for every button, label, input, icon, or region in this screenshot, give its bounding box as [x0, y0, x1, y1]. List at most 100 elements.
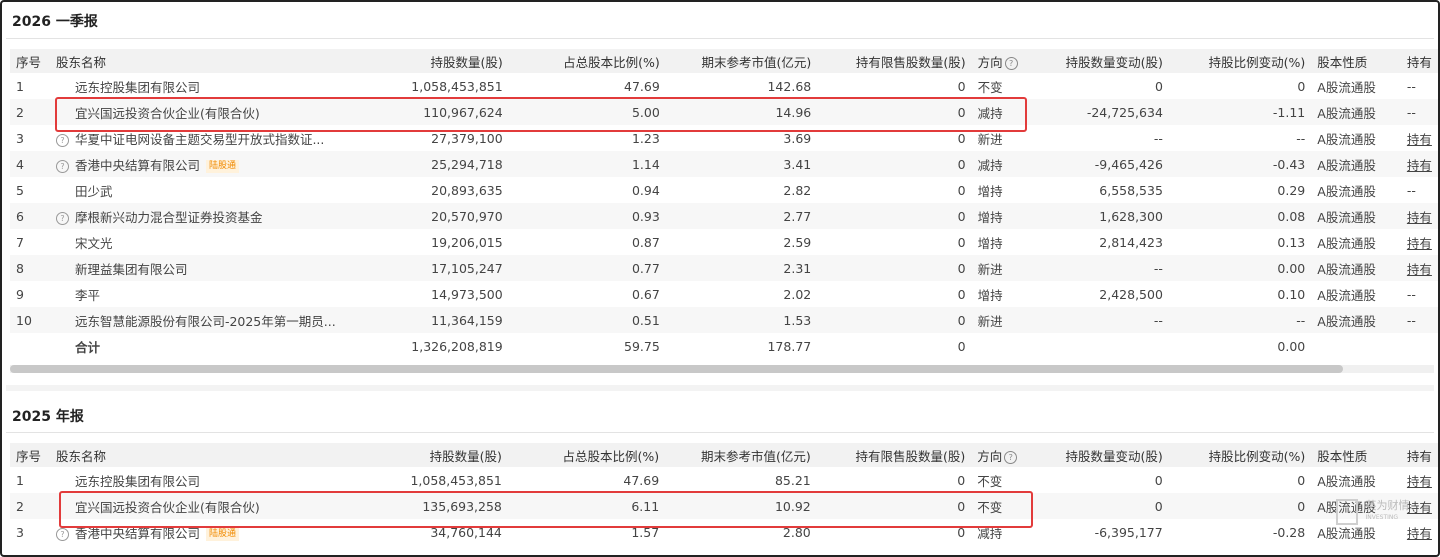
column-header[interactable]: 持股数量变动(股) — [1040, 443, 1169, 467]
percentage-change: 0 — [1168, 493, 1312, 519]
shareholder-name[interactable]: 新理益集团有限公司 — [75, 262, 188, 277]
column-header[interactable]: 持股比例变动(%) — [1168, 49, 1312, 73]
shareholder-name[interactable]: 华夏中证电网设备主题交易型开放式指数证... — [75, 132, 324, 147]
info-icon[interactable]: ? — [55, 159, 69, 173]
table-row[interactable]: 1 远东控股集团有限公司 1,058,453,851 47.69 85.21 0 不变 0 0 A… — [10, 467, 1438, 493]
holding-detail-link[interactable]: 持有 — [1401, 229, 1438, 255]
table-row[interactable]: 5 田少武 20,893,635 0.94 2.82 0 增持 6,558,535 0.29 A股… — [10, 177, 1438, 203]
shareholder-name-cell[interactable]: 李平 — [50, 281, 374, 307]
shareholder-name[interactable]: 摩根新兴动力混合型证券投资基金 — [75, 210, 263, 225]
column-header[interactable]: 占总股本比例(%) — [507, 443, 666, 467]
direction-status: 增持 — [977, 183, 1003, 199]
shareholder-name-cell[interactable]: ? 华夏中证电网设备主题交易型开放式指数证... — [50, 125, 374, 151]
column-header[interactable]: 方向? — [971, 49, 1042, 73]
table-row[interactable]: 2 宜兴国远投资合伙企业(有限合伙) 110,967,624 5.00 14.96 0 减持… — [10, 99, 1438, 125]
column-header[interactable]: 股东名称 — [49, 443, 374, 467]
shareholder-name[interactable]: 田少武 — [75, 184, 113, 199]
table-row[interactable]: 2 宜兴国远投资合伙企业(有限合伙) 135,693,258 6.11 10.92 0 不变… — [10, 493, 1438, 519]
shares-change: -6,395,177 — [1094, 524, 1163, 540]
table-row[interactable]: 1 远东控股集团有限公司 1,058,453,851 47.69 142.68 0 不变 0 0… — [10, 73, 1438, 99]
shareholder-name[interactable]: 远东控股集团有限公司 — [75, 474, 200, 489]
shareholder-name-cell[interactable]: 远东控股集团有限公司 — [50, 467, 373, 493]
shareholder-name[interactable]: 远东控股集团有限公司 — [75, 80, 200, 95]
market-value: 2.80 — [782, 524, 811, 540]
shares-held: 20,893,635 — [431, 182, 503, 198]
scrollbar-thumb[interactable] — [10, 365, 1343, 373]
info-icon[interactable]: ? — [55, 133, 69, 147]
column-header[interactable]: 股本性质 — [1311, 443, 1401, 467]
market-value: 142.68 — [767, 78, 812, 94]
help-icon[interactable]: ? — [1004, 56, 1018, 70]
share-percentage: 47.69 — [624, 78, 660, 94]
shareholder-name[interactable]: 远东智慧能源股份有限公司-2025年第一期员... — [75, 314, 336, 329]
shareholder-name[interactable]: 宜兴国远投资合伙企业(有限合伙) — [75, 500, 260, 515]
table-row[interactable]: 10 远东智慧能源股份有限公司-2025年第一期员... 11,364,159 0.5… — [10, 307, 1438, 333]
restricted-shares: 0 — [957, 78, 966, 94]
shareholder-name-cell[interactable]: 宜兴国远投资合伙企业(有限合伙) — [49, 493, 374, 519]
shareholder-name-cell[interactable]: 新理益集团有限公司 — [49, 255, 375, 281]
shareholder-name-cell[interactable]: 远东控股集团有限公司 — [50, 73, 374, 99]
column-header[interactable]: 股本性质 — [1311, 49, 1401, 73]
column-header[interactable]: 方向? — [971, 443, 1041, 467]
shareholder-name[interactable]: 宜兴国远投资合伙企业(有限合伙) — [75, 106, 260, 121]
table-row[interactable]: 8 新理益集团有限公司 17,105,247 0.77 2.31 0 新进 -- 0.00 A股流… — [10, 255, 1438, 281]
table-row[interactable]: 3? 华夏中证电网设备主题交易型开放式指数证... 27,379,100 1.23 3.… — [10, 125, 1438, 151]
shareholder-name[interactable]: 香港中央结算有限公司 — [75, 526, 200, 541]
info-icon[interactable]: ? — [55, 527, 69, 541]
column-header[interactable]: 持股数量(股) — [374, 49, 509, 73]
holding-detail-link[interactable]: 持有 — [1401, 125, 1438, 151]
shareholder-name-cell[interactable]: 远东智慧能源股份有限公司-2025年第一期员... — [49, 307, 375, 333]
table-row[interactable]: 4? 香港中央结算有限公司 陆股通 25,294,718 1.14 3.41 0 减持 -9,4… — [10, 151, 1438, 177]
column-header[interactable]: 持有 — [1400, 443, 1438, 467]
shares-held: 110,967,624 — [374, 99, 509, 125]
horizontal-scrollbar[interactable] — [10, 365, 1434, 373]
shareholder-name-cell[interactable]: 宜兴国远投资合伙企业(有限合伙) — [49, 99, 375, 125]
help-icon[interactable]: ? — [1004, 450, 1018, 464]
table-row[interactable]: 6? 摩根新兴动力混合型证券投资基金 20,570,970 0.93 2.77 0 增持 1,… — [10, 203, 1438, 229]
restricted-shares: 0 — [957, 234, 966, 250]
column-header[interactable]: 持有限售股数量(股) — [816, 443, 972, 467]
column-header[interactable]: 持有限售股数量(股) — [817, 49, 972, 73]
holding-detail-link[interactable]: 持有 — [1400, 203, 1438, 229]
column-header[interactable]: 期末参考市值(亿元) — [665, 443, 817, 467]
shareholder-name[interactable]: 李平 — [75, 288, 100, 303]
column-header[interactable]: 序号 — [10, 443, 50, 467]
shares-held: 19,206,015 — [431, 234, 503, 250]
shares-held: 1,058,453,851 — [410, 472, 502, 488]
row-number: 8 — [10, 255, 50, 281]
table-row[interactable]: 9 李平 14,973,500 0.67 2.02 0 增持 2,428,500 0.10 A股流… — [10, 281, 1438, 307]
column-header[interactable]: 持股数量(股) — [373, 443, 508, 467]
info-icon[interactable]: ? — [55, 211, 69, 225]
holding-detail-link[interactable]: 持有 — [1400, 255, 1438, 281]
table-row[interactable]: 3? 香港中央结算有限公司 陆股通 34,760,144 1.57 2.80 0 减持 -6,3… — [10, 519, 1438, 545]
column-header[interactable]: 持股比例变动(%) — [1168, 443, 1312, 467]
column-header[interactable]: 序号 — [10, 49, 50, 73]
column-header[interactable]: 期末参考市值(亿元) — [665, 49, 818, 73]
table-row[interactable]: 7 宋文光 19,206,015 0.87 2.59 0 增持 2,814,423 0.13 A股… — [10, 229, 1438, 255]
column-header[interactable]: 占总股本比例(%) — [508, 49, 666, 73]
holding-detail-link[interactable]: 持有 — [1401, 467, 1438, 493]
shareholder-name[interactable]: 香港中央结算有限公司 — [75, 158, 200, 173]
shareholder-name-cell[interactable]: ? 摩根新兴动力混合型证券投资基金 — [49, 203, 375, 229]
row-number: 5 — [16, 182, 24, 198]
market-value: 85.21 — [774, 472, 811, 488]
restricted-shares: 0 — [817, 255, 972, 281]
direction-status: 增持 — [977, 235, 1003, 251]
column-header[interactable]: 持股数量变动(股) — [1041, 49, 1169, 73]
row-number: 1 — [16, 472, 24, 488]
share-percentage: 5.00 — [508, 99, 666, 125]
shareholder-name-cell[interactable]: 宋文光 — [50, 229, 374, 255]
percentage-change: -0.28 — [1272, 524, 1306, 540]
shareholder-name-cell[interactable]: 田少武 — [50, 177, 374, 203]
stock-connect-badge: 陆股通 — [205, 527, 239, 541]
total-empty — [1311, 333, 1401, 359]
shareholder-name-cell[interactable]: ? 香港中央结算有限公司 陆股通 — [50, 519, 373, 545]
column-header[interactable]: 持有 — [1400, 49, 1438, 73]
shareholder-name[interactable]: 宋文光 — [75, 236, 113, 251]
shareholder-name-cell[interactable]: ? 香港中央结算有限公司 陆股通 — [49, 151, 375, 177]
shares-change: 0 — [1154, 472, 1163, 488]
direction-status: 新进 — [977, 131, 1003, 147]
column-header[interactable]: 股东名称 — [49, 49, 375, 73]
share-percentage: 6.11 — [507, 493, 666, 519]
holding-detail-link[interactable]: 持有 — [1400, 151, 1438, 177]
